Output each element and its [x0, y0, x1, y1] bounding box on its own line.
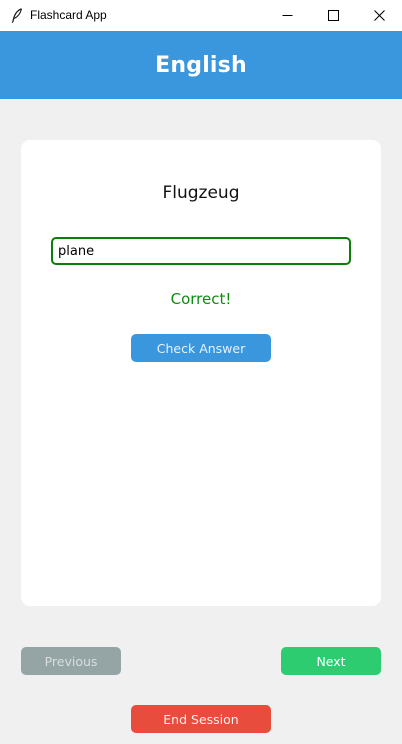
window-title: Flashcard App — [30, 8, 107, 22]
previous-button[interactable]: Previous — [21, 647, 121, 675]
minimize-icon — [282, 6, 293, 25]
language-title: English — [155, 52, 247, 78]
end-session-button[interactable]: End Session — [131, 705, 271, 733]
language-header: English — [0, 31, 402, 99]
app-window: Flashcard App English Flugzeug plane Cor… — [0, 0, 402, 744]
maximize-button[interactable] — [310, 0, 356, 31]
flashcard: Flugzeug Correct! Check Answer — [21, 140, 381, 606]
feather-quill-icon — [10, 8, 24, 23]
minimize-button[interactable] — [264, 0, 310, 31]
feedback-message: Correct! — [170, 290, 232, 308]
next-button[interactable]: Next — [281, 647, 381, 675]
close-button[interactable] — [356, 0, 402, 31]
answer-input[interactable] — [51, 237, 351, 265]
title-bar: Flashcard App — [0, 0, 402, 31]
close-icon — [373, 6, 385, 25]
flashcard-word: Flugzeug — [162, 183, 240, 203]
check-answer-button[interactable]: Check Answer — [131, 334, 271, 362]
maximize-icon — [327, 6, 339, 25]
